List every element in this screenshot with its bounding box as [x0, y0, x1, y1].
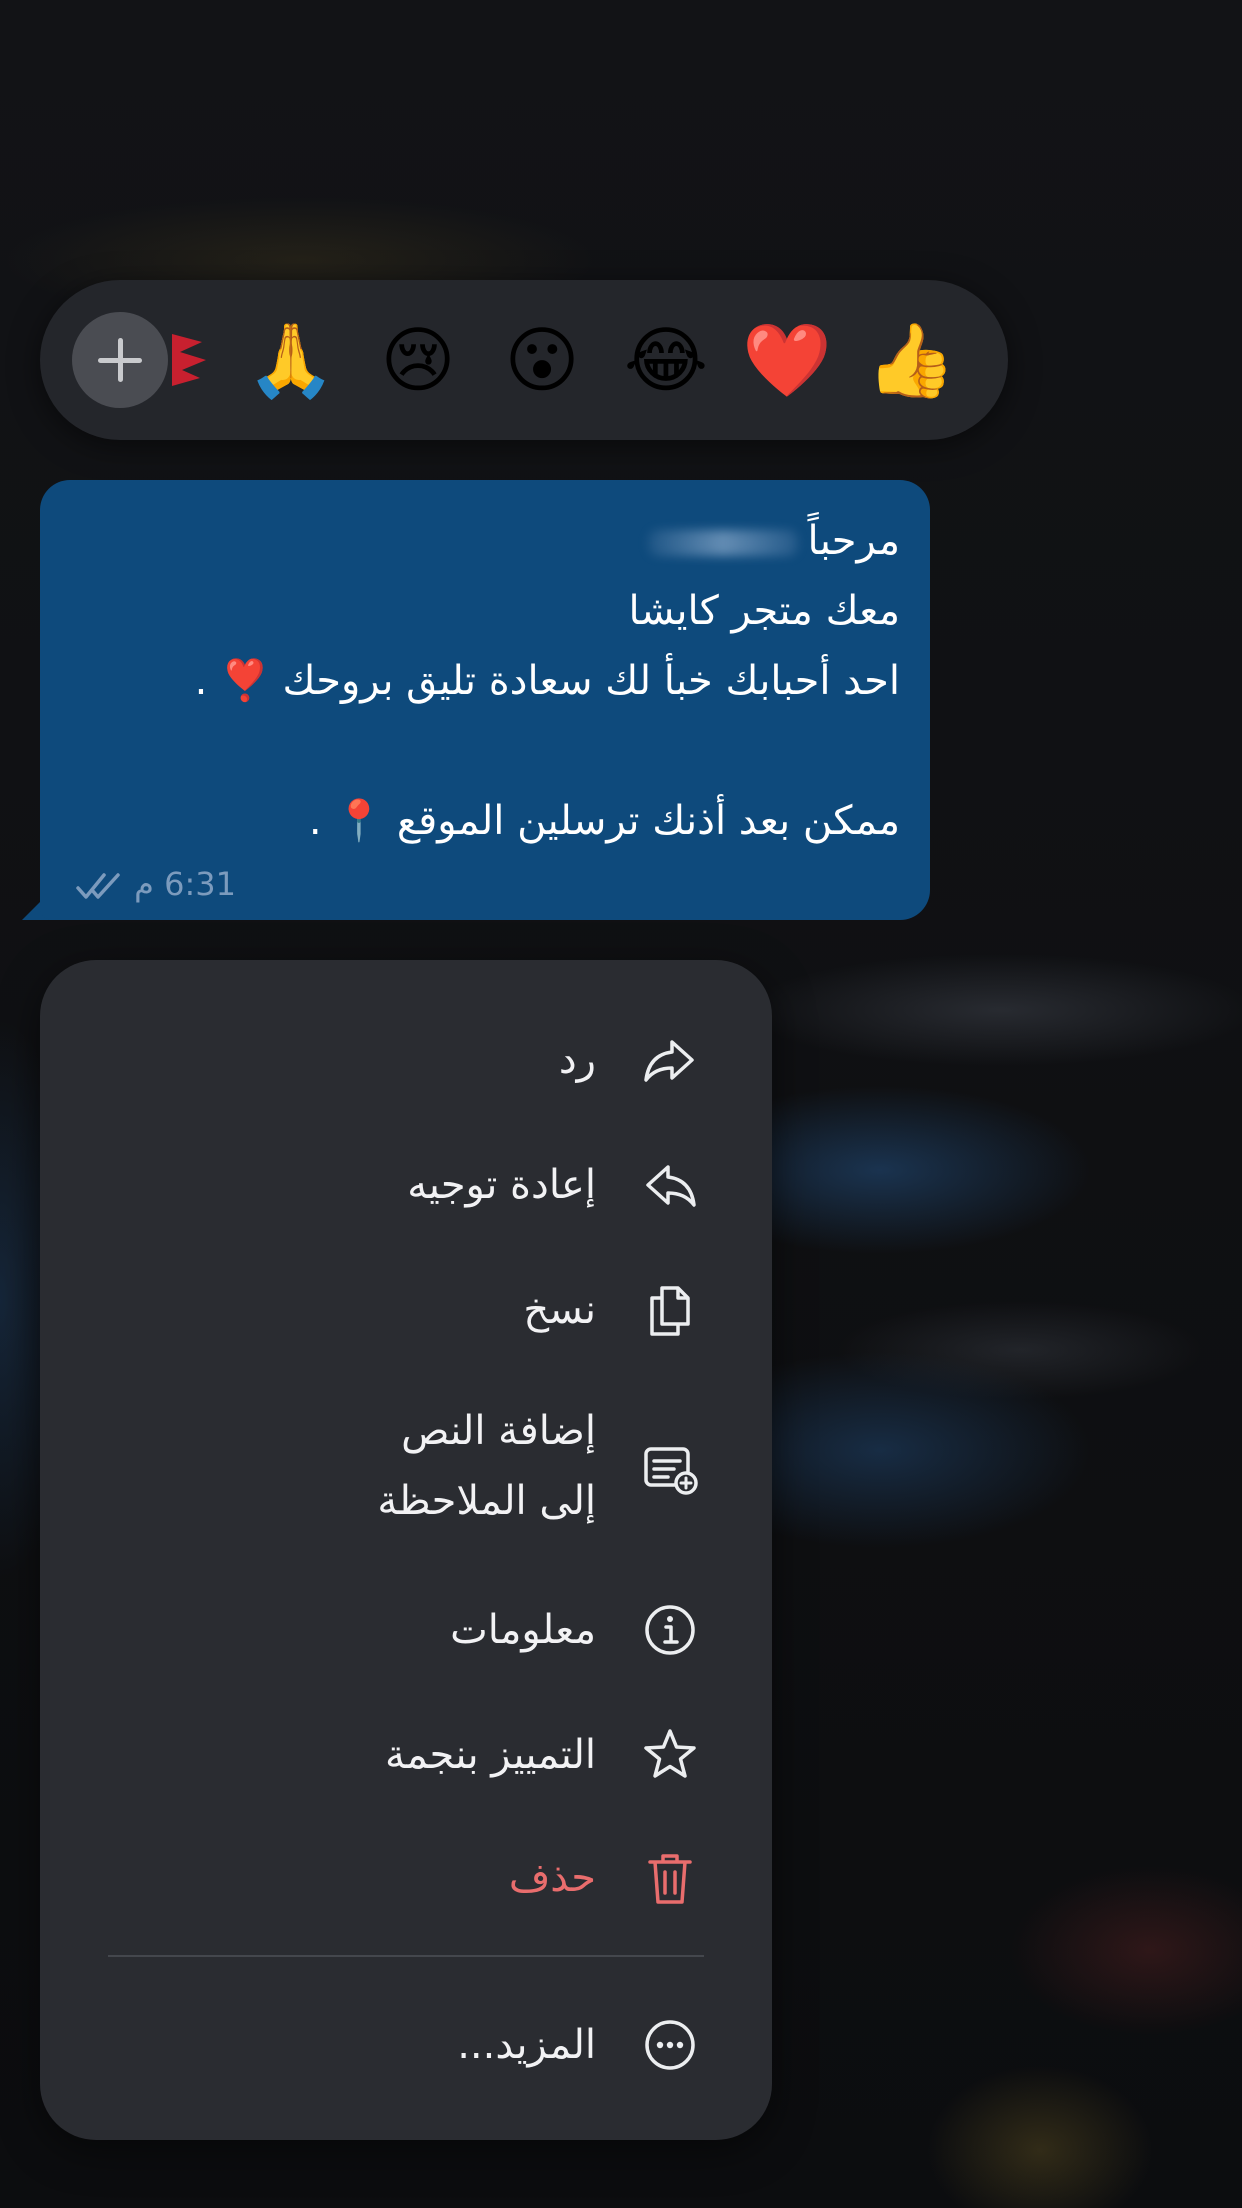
menu-item-add-to-note[interactable]: إضافة النص إلى الملاحظة — [40, 1385, 772, 1555]
menu-item-label: رد — [558, 1037, 596, 1083]
message-line-store: معك متجر كايشا — [628, 588, 900, 634]
menu-item-copy[interactable]: نسخ — [40, 1260, 772, 1360]
menu-item-delete[interactable]: حذف — [40, 1828, 772, 1928]
menu-item-more[interactable]: المزيد... — [40, 1995, 772, 2095]
menu-item-info[interactable]: معلومات — [40, 1580, 772, 1680]
message-line-blank — [70, 716, 900, 786]
reaction-heart[interactable]: ❤️ — [742, 318, 832, 402]
trash-icon — [640, 1848, 700, 1908]
reaction-cry[interactable]: 😢 — [376, 318, 460, 402]
menu-item-forward[interactable]: إعادة توجيه — [40, 1135, 772, 1235]
copy-icon — [640, 1280, 700, 1340]
menu-item-star[interactable]: التمييز بنجمة — [40, 1705, 772, 1805]
message-line-greeting: مرحباً — [70, 506, 900, 576]
menu-divider — [108, 1955, 704, 1957]
menu-item-label-second-line: إلى الملاحظة — [377, 1478, 596, 1524]
reaction-thumbs-up[interactable]: 👍 — [866, 318, 956, 402]
star-icon — [640, 1725, 700, 1785]
more-icon — [640, 2015, 700, 2075]
reaction-laugh[interactable]: 😂 — [624, 318, 708, 402]
message-bubble[interactable]: مرحباً معك متجر كايشا احد أحبابك خبأ لك … — [40, 480, 930, 920]
screen: 🙏 😢 😮 😂 ❤️ 👍 مرحباً معك متجر كايشا احد أ… — [0, 0, 1242, 2208]
message-line-location: ممكن بعد أذنك ترسلين الموقع 📍 . — [308, 798, 900, 844]
reaction-pray[interactable]: 🙏 — [246, 318, 336, 402]
menu-item-label: المزيد... — [457, 2022, 596, 2068]
menu-item-label: إعادة توجيه — [407, 1162, 596, 1208]
info-icon — [640, 1600, 700, 1660]
menu-item-label: التمييز بنجمة — [384, 1732, 596, 1778]
double-check-icon — [76, 872, 124, 900]
message-meta: 6:31 م — [76, 864, 236, 904]
forward-icon — [640, 1155, 700, 1215]
menu-item-label: إضافة النص — [401, 1408, 596, 1454]
more-reactions-button[interactable] — [72, 312, 168, 408]
menu-item-label: حذف — [508, 1855, 596, 1901]
menu-item-label: معلومات — [450, 1607, 596, 1653]
menu-item-label: نسخ — [523, 1287, 596, 1333]
message-time: 6:31 م — [134, 865, 237, 903]
note-add-icon — [640, 1439, 700, 1499]
reply-icon — [640, 1030, 700, 1090]
message-line-surprise: احد أحبابك خبأ لك سعادة تليق بروحك ❣️ . — [194, 658, 900, 704]
blurred-contact-name — [647, 530, 798, 556]
reaction-bar: 🙏 😢 😮 😂 ❤️ 👍 — [40, 280, 1008, 440]
partial-emoji-icon — [172, 330, 212, 390]
context-menu: رد إعادة توجيه نسخ إضافة النص إلى الملاح… — [40, 960, 772, 2140]
reaction-wow[interactable]: 😮 — [500, 318, 584, 402]
menu-item-reply[interactable]: رد — [40, 1010, 772, 1110]
